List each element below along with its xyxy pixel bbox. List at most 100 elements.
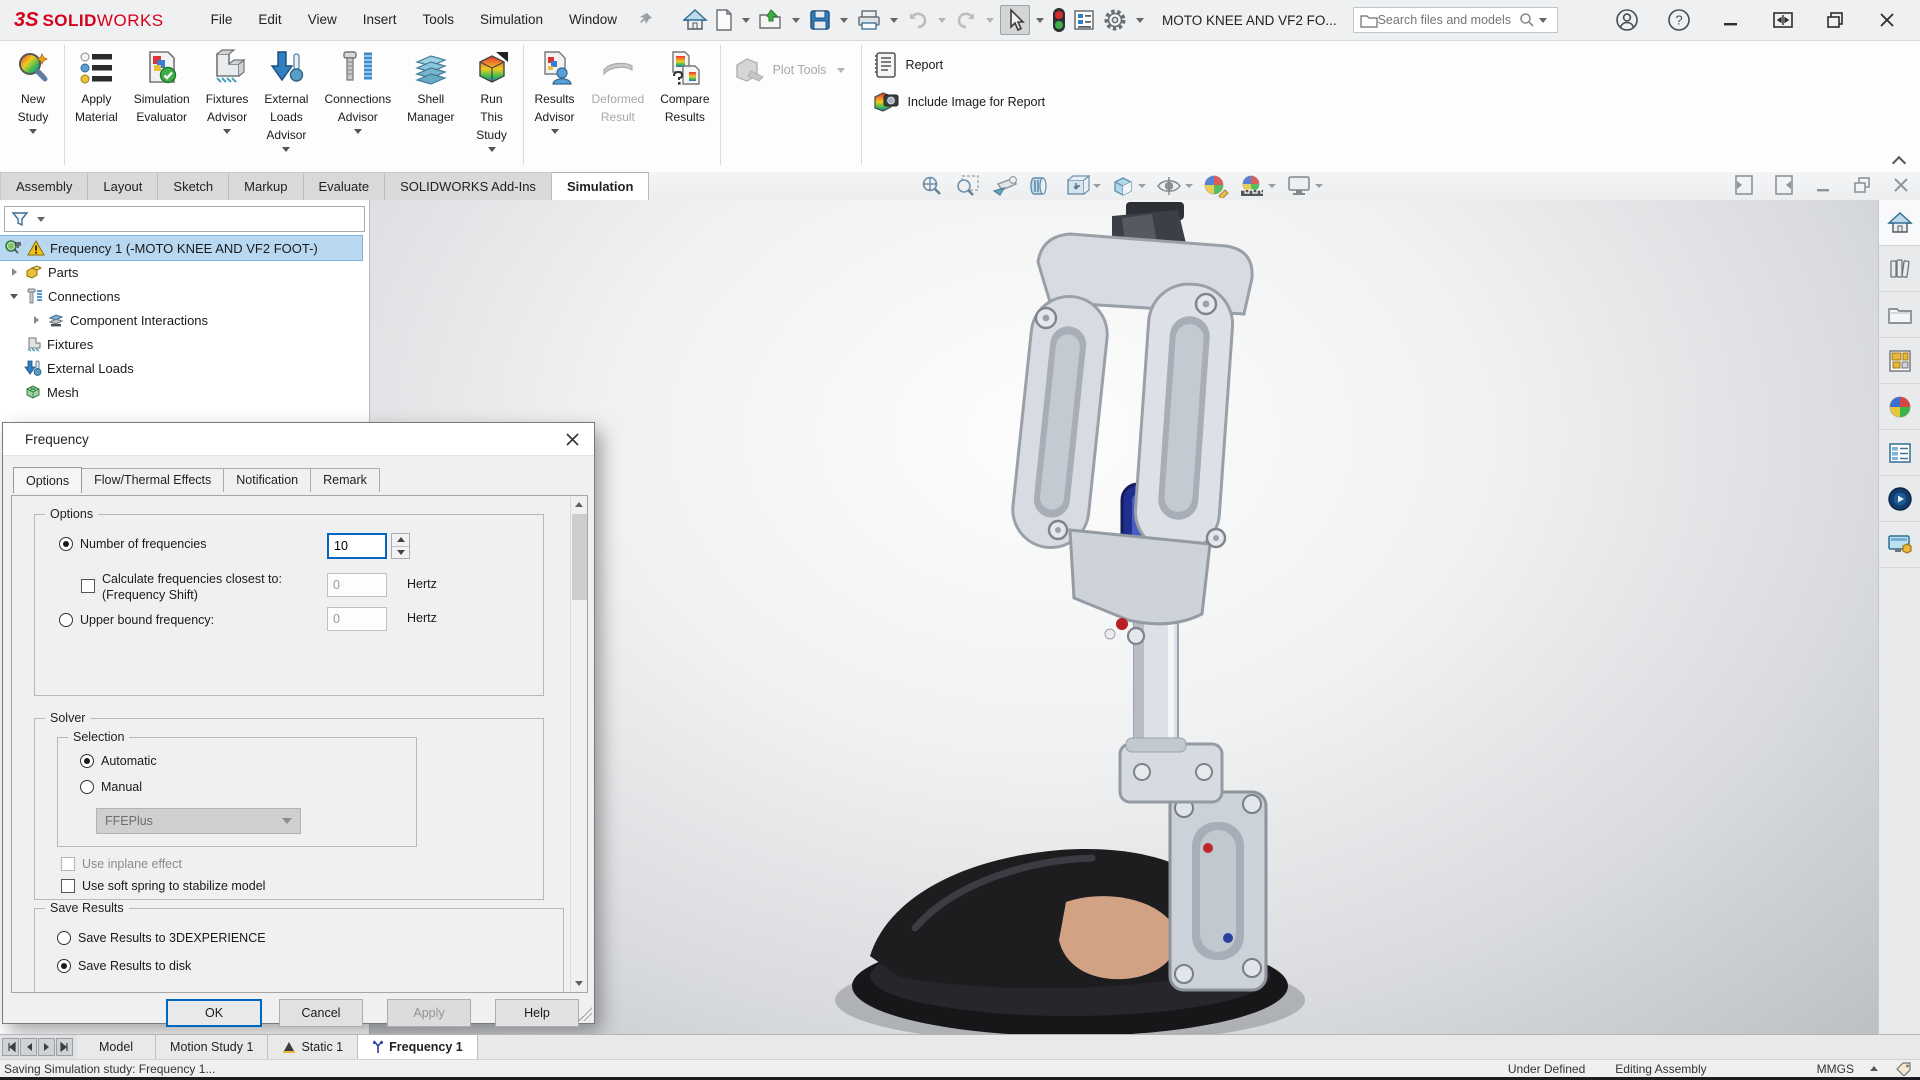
ribbon-collapse-chevron[interactable] xyxy=(1894,156,1906,164)
settings-button[interactable] xyxy=(1100,4,1130,36)
print-dropdown[interactable] xyxy=(890,18,898,23)
report-button[interactable]: Report xyxy=(872,51,1046,79)
dialog-scrollbar[interactable] xyxy=(570,496,587,992)
model-tab[interactable]: Model xyxy=(77,1035,156,1059)
scrollbar-thumb[interactable] xyxy=(572,514,587,600)
soft-spring-checkbox[interactable] xyxy=(61,879,75,893)
frequency-1-tab[interactable]: Frequency 1 xyxy=(358,1035,478,1059)
collapse-left-pane-button[interactable] xyxy=(1734,174,1754,199)
save-to-disk-row[interactable]: Save Results to disk xyxy=(57,959,191,973)
frequency-shift-checkbox-row[interactable]: Calculate frequencies closest to: (Frequ… xyxy=(81,571,282,603)
tree-item-component-interactions[interactable]: Component Interactions xyxy=(0,308,369,332)
dialog-resize-grip[interactable] xyxy=(578,1007,592,1021)
apply-scene-dropdown[interactable] xyxy=(1268,184,1276,188)
menu-file[interactable]: File xyxy=(198,0,246,40)
settings-dropdown[interactable] xyxy=(1136,18,1144,23)
run-this-study-button[interactable]: Run This Study xyxy=(463,41,521,152)
new-document-dropdown[interactable] xyxy=(742,18,750,23)
motion-study-1-tab[interactable]: Motion Study 1 xyxy=(156,1035,268,1059)
collapse-arrow[interactable] xyxy=(8,294,20,299)
solver-manual-row[interactable]: Manual xyxy=(80,780,142,794)
tab-markup[interactable]: Markup xyxy=(229,172,303,200)
solver-automatic-row[interactable]: Automatic xyxy=(80,754,157,768)
menu-insert[interactable]: Insert xyxy=(350,0,410,40)
tree-root-frequency-study[interactable]: Frequency 1 (-MOTO KNEE AND VF2 FOOT-) xyxy=(0,236,362,260)
new-study-dropdown[interactable] xyxy=(29,129,37,134)
taskpane-view-palette[interactable] xyxy=(1879,338,1920,384)
minimize-button[interactable] xyxy=(1718,7,1744,33)
hide-show-items-button[interactable] xyxy=(1156,175,1193,197)
new-study-button[interactable]: New Study xyxy=(4,41,62,134)
dialog-tab-notification[interactable]: Notification xyxy=(223,468,311,492)
taskpane-forum[interactable] xyxy=(1879,476,1920,522)
simulation-evaluator-button[interactable]: Simulation Evaluator xyxy=(126,41,198,125)
upper-bound-radio-row[interactable]: Upper bound frequency: xyxy=(59,613,214,627)
restore-button[interactable] xyxy=(1822,7,1848,33)
search-dropdown[interactable] xyxy=(1539,18,1547,23)
tree-item-connections[interactable]: Connections xyxy=(0,284,369,308)
solver-automatic-radio[interactable] xyxy=(80,754,94,768)
close-button[interactable] xyxy=(1874,7,1900,33)
frequencies-spinner[interactable] xyxy=(391,533,410,559)
scrollbar-up-button[interactable] xyxy=(571,496,587,513)
upper-bound-radio[interactable] xyxy=(59,613,73,627)
dynamic-annotation-views-button[interactable] xyxy=(1064,174,1101,198)
number-of-frequencies-input[interactable] xyxy=(327,533,387,559)
fixtures-advisor-button[interactable]: Fixtures Advisor xyxy=(198,41,257,134)
taskpane-custom-properties[interactable] xyxy=(1879,430,1920,476)
tree-item-external-loads[interactable]: External Loads xyxy=(0,356,369,380)
spinner-up-button[interactable] xyxy=(392,534,409,546)
scrollbar-down-button[interactable] xyxy=(571,975,587,992)
collapse-right-pane-button[interactable] xyxy=(1774,174,1794,199)
dialog-tab-options[interactable]: Options xyxy=(13,467,82,493)
dock-window-button[interactable] xyxy=(1770,7,1796,33)
hide-show-dropdown[interactable] xyxy=(1185,184,1193,188)
search-box[interactable] xyxy=(1353,7,1558,33)
units-dropdown[interactable] xyxy=(1870,1066,1878,1071)
menu-edit[interactable]: Edit xyxy=(245,0,294,40)
spinner-down-button[interactable] xyxy=(392,546,409,559)
graphics-viewport[interactable] xyxy=(370,200,1878,1034)
external-loads-advisor-dropdown[interactable] xyxy=(282,147,290,152)
soft-spring-row[interactable]: Use soft spring to stabilize model xyxy=(61,879,265,893)
external-loads-advisor-button[interactable]: External Loads Advisor xyxy=(256,41,316,152)
ok-button[interactable]: OK xyxy=(166,999,262,1027)
annotation-views-dropdown[interactable] xyxy=(1093,184,1101,188)
apply-material-button[interactable]: Apply Material xyxy=(67,41,126,125)
zoom-to-fit-button[interactable] xyxy=(920,174,944,198)
view-settings-dropdown[interactable] xyxy=(1315,184,1323,188)
status-units[interactable]: MMGS xyxy=(1817,1062,1854,1076)
frequency-dialog-titlebar[interactable]: Frequency xyxy=(3,423,594,456)
tree-item-parts[interactable]: Parts xyxy=(0,260,369,284)
cancel-button[interactable]: Cancel xyxy=(279,999,363,1027)
save-to-3dexperience-row[interactable]: Save Results to 3DEXPERIENCE xyxy=(57,931,266,945)
next-tab-button[interactable] xyxy=(38,1038,55,1056)
apply-scene-button[interactable] xyxy=(1239,174,1276,198)
help-button[interactable]: ? xyxy=(1666,7,1692,33)
taskpane-appearances-scenes[interactable] xyxy=(1879,384,1920,430)
open-button[interactable] xyxy=(756,5,786,35)
zoom-to-area-button[interactable] xyxy=(954,174,980,198)
select-tool-button[interactable] xyxy=(1000,5,1030,35)
view-orientation-dropdown[interactable] xyxy=(1138,184,1146,188)
number-of-frequencies-radio-row[interactable]: Number of frequencies xyxy=(59,537,206,551)
static-1-tab[interactable]: Static 1 xyxy=(268,1035,358,1059)
tab-sketch[interactable]: Sketch xyxy=(158,172,229,200)
help-button[interactable]: Help xyxy=(495,999,579,1027)
section-view-button[interactable] xyxy=(1028,174,1054,198)
frequency-shift-checkbox[interactable] xyxy=(81,579,95,593)
prosthetic-leg-model[interactable] xyxy=(370,200,1878,1034)
search-input[interactable] xyxy=(1378,13,1519,27)
interference-check-button[interactable] xyxy=(1050,4,1068,36)
dialog-tab-remark[interactable]: Remark xyxy=(310,468,380,492)
tab-evaluate[interactable]: Evaluate xyxy=(304,172,386,200)
pin-menu-icon[interactable] xyxy=(638,11,654,30)
home-button[interactable] xyxy=(680,5,710,35)
open-dropdown[interactable] xyxy=(792,18,800,23)
save-dropdown[interactable] xyxy=(840,18,848,23)
taskpane-file-explorer[interactable] xyxy=(1879,292,1920,338)
edit-appearance-button[interactable] xyxy=(1203,174,1229,198)
first-tab-button[interactable] xyxy=(2,1038,19,1056)
search-icon[interactable] xyxy=(1519,12,1535,28)
menu-view[interactable]: View xyxy=(295,0,350,40)
